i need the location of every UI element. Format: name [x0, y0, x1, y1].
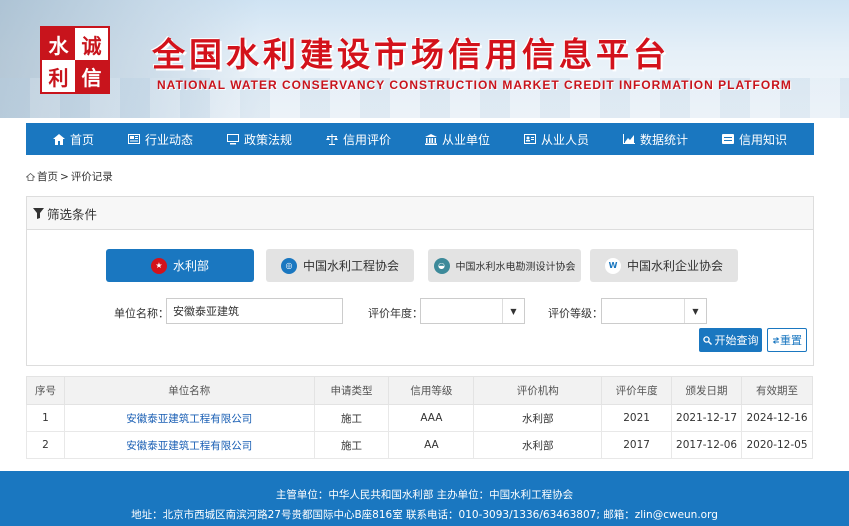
- year-select[interactable]: ▼: [420, 298, 525, 324]
- filter-panel-header: 筛选条件: [27, 197, 813, 230]
- monitor-icon: [226, 133, 239, 144]
- cell-credit-grade: AA: [388, 431, 475, 459]
- refresh-icon: [772, 336, 780, 344]
- nav-item-units[interactable]: 从业单位: [424, 131, 490, 148]
- scale-icon: [325, 133, 338, 145]
- reset-button-label: 重置: [780, 334, 802, 347]
- cell-eval-year: 2021: [601, 404, 673, 432]
- footer-contact-line: 地址：北京市西城区南滨河路27号贵都国际中心B座816室 联系电话：010-30…: [131, 509, 718, 521]
- org-button-label: 中国水利水电勘测设计协会: [455, 262, 576, 273]
- site-footer: 主管单位：中华人民共和国水利部 主办单位：中国水利工程协会 地址：北京市西城区南…: [0, 471, 849, 526]
- column-header: 有效期至: [741, 376, 813, 405]
- home-icon: [26, 172, 35, 181]
- cell-eval-org: 水利部: [473, 431, 603, 459]
- column-header: 申请类型: [313, 376, 390, 405]
- cell-eval-year: 2017: [601, 431, 673, 459]
- national-emblem-icon: ★: [150, 257, 167, 274]
- association-logo-icon: ◎: [280, 257, 297, 274]
- id-card-icon: [523, 134, 536, 144]
- cell-index: 1: [26, 404, 65, 432]
- table-row: 2 安徽泰亚建筑工程有限公司 施工 AA 水利部 2017 2017-12-06…: [26, 431, 813, 459]
- table-row: 1 安徽泰亚建筑工程有限公司 施工 AAA 水利部 2021 2021-12-1…: [26, 404, 813, 432]
- nav-item-label: 信用评价: [342, 132, 391, 147]
- association-logo-icon: W: [604, 257, 621, 274]
- site-subtitle: NATIONAL WATER CONSERVANCY CONSTRUCTION …: [157, 78, 792, 92]
- cell-valid-until: 2024-12-16: [741, 404, 813, 432]
- cell-unit-name-link[interactable]: 安徽泰亚建筑工程有限公司: [63, 431, 315, 459]
- breadcrumb-current: 评价记录: [70, 171, 113, 183]
- card-icon: [721, 134, 734, 144]
- results-table: 序号 单位名称 申请类型 信用等级 评价机构 评价年度 颁发日期 有效期至 1 …: [26, 376, 813, 459]
- nav-item-home[interactable]: 首页: [52, 131, 94, 148]
- cell-index: 2: [26, 431, 65, 459]
- cell-valid-until: 2020-12-05: [741, 431, 813, 459]
- unit-name-label: 单位名称：: [114, 307, 169, 320]
- nav-item-label: 从业单位: [441, 132, 490, 147]
- site-logo[interactable]: 水 诚 利 信: [40, 26, 110, 94]
- cell-eval-org: 水利部: [473, 404, 603, 432]
- nav-item-label: 数据统计: [639, 132, 688, 147]
- cell-apply-type: 施工: [313, 431, 390, 459]
- bank-icon: [424, 133, 437, 145]
- logo-char: 信: [75, 60, 108, 92]
- nav-item-label: 信用知识: [738, 132, 787, 147]
- filter-icon: [33, 207, 44, 219]
- logo-char: 水: [42, 28, 75, 60]
- caret-down-icon: ▼: [502, 299, 524, 323]
- org-button-cwea[interactable]: ◎ 中国水利工程协会: [266, 249, 414, 282]
- breadcrumb: 首页 > 评价记录: [26, 169, 113, 184]
- nav-item-policy[interactable]: 政策法规: [226, 131, 292, 148]
- nav-item-news[interactable]: 行业动态: [127, 131, 193, 148]
- org-button-label: 中国水利企业协会: [626, 259, 723, 273]
- unit-name-input[interactable]: [166, 298, 343, 324]
- main-nav: 首页 行业动态 政策法规 信用评价 从业单位 从业人员 数据统计 信用知识: [26, 123, 814, 155]
- newspaper-icon: [127, 134, 140, 144]
- nav-item-label: 政策法规: [243, 132, 292, 147]
- column-header: 颁发日期: [671, 376, 743, 405]
- home-icon: [52, 133, 65, 145]
- breadcrumb-separator: >: [60, 170, 69, 183]
- filter-title: 筛选条件: [47, 206, 98, 222]
- cell-unit-name-link[interactable]: 安徽泰亚建筑工程有限公司: [63, 404, 315, 432]
- org-button-label: 中国水利工程协会: [302, 259, 399, 273]
- breadcrumb-home-link[interactable]: 首页: [37, 169, 58, 184]
- nav-item-staff[interactable]: 从业人员: [523, 131, 589, 148]
- nav-item-label: 从业人员: [540, 132, 589, 147]
- cell-credit-grade: AAA: [388, 404, 475, 432]
- cell-issue-date: 2017-12-06: [671, 431, 743, 459]
- nav-item-label: 首页: [69, 132, 94, 147]
- header-banner: 水 诚 利 信 全国水利建设市场信用信息平台 NATIONAL WATER CO…: [0, 0, 849, 118]
- nav-item-credit-eval[interactable]: 信用评价: [325, 131, 391, 148]
- cell-issue-date: 2021-12-17: [671, 404, 743, 432]
- grade-label: 评价等级：: [548, 307, 603, 320]
- grade-select[interactable]: ▼: [601, 298, 707, 324]
- association-logo-icon: ◒: [433, 257, 450, 274]
- search-icon: [702, 335, 712, 345]
- column-header: 信用等级: [388, 376, 475, 405]
- search-button[interactable]: 开始查询: [699, 328, 762, 352]
- table-header-row: 序号 单位名称 申请类型 信用等级 评价机构 评价年度 颁发日期 有效期至: [26, 376, 813, 405]
- year-label: 评价年度：: [368, 307, 423, 320]
- cell-apply-type: 施工: [313, 404, 390, 432]
- nav-item-stats[interactable]: 数据统计: [622, 131, 688, 148]
- nav-item-knowledge[interactable]: 信用知识: [721, 131, 787, 148]
- nav-item-label: 行业动态: [144, 132, 193, 147]
- org-button-survey-design[interactable]: ◒ 中国水利水电勘测设计协会: [428, 249, 581, 282]
- logo-char: 利: [48, 65, 69, 90]
- reset-button[interactable]: 重置: [767, 328, 807, 352]
- chart-icon: [622, 134, 635, 144]
- org-button-mwr[interactable]: ★ 水利部: [106, 249, 254, 282]
- org-button-enterprise[interactable]: W 中国水利企业协会: [590, 249, 738, 282]
- column-header: 评价机构: [473, 376, 603, 405]
- org-button-label: 水利部: [172, 259, 209, 273]
- column-header: 单位名称: [63, 376, 315, 405]
- caret-down-icon: ▼: [684, 299, 706, 323]
- search-button-label: 开始查询: [714, 334, 759, 347]
- site-title: 全国水利建设市场信用信息平台: [152, 35, 670, 74]
- footer-sponsor-line: 主管单位：中华人民共和国水利部 主办单位：中国水利工程协会: [275, 489, 574, 501]
- column-header: 评价年度: [601, 376, 673, 405]
- logo-char: 诚: [81, 33, 102, 58]
- column-header: 序号: [26, 376, 65, 405]
